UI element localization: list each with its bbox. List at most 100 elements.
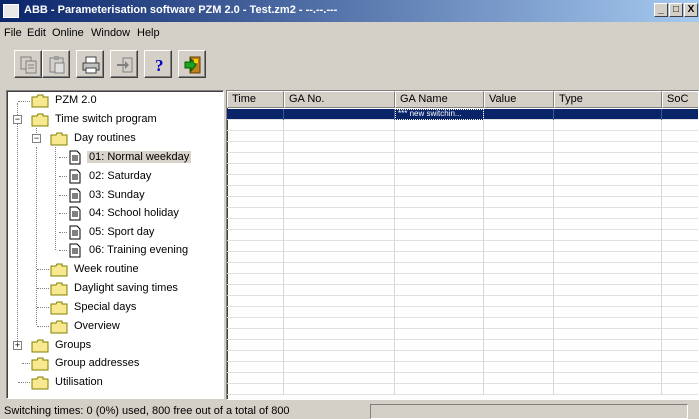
table-cell[interactable] xyxy=(662,263,698,274)
table-cell[interactable] xyxy=(484,109,554,120)
table-cell[interactable] xyxy=(484,329,554,340)
new-entry-row[interactable]: *** new switchin... xyxy=(227,109,698,120)
column-header-ga-no[interactable]: GA No. xyxy=(284,91,395,108)
table-cell[interactable] xyxy=(395,274,484,285)
table-cell[interactable] xyxy=(284,175,395,186)
table-cell[interactable] xyxy=(662,109,698,120)
table-row[interactable] xyxy=(227,164,698,175)
table-cell[interactable] xyxy=(227,274,284,285)
table-cell[interactable] xyxy=(227,208,284,219)
table-cell[interactable] xyxy=(662,241,698,252)
table-row[interactable] xyxy=(227,175,698,186)
collapse-icon[interactable]: − xyxy=(32,134,41,143)
table-cell[interactable] xyxy=(554,340,662,351)
table-cell[interactable] xyxy=(284,186,395,197)
table-cell[interactable] xyxy=(395,373,484,384)
table-cell[interactable] xyxy=(395,120,484,131)
table-row[interactable] xyxy=(227,340,698,351)
table-cell[interactable] xyxy=(662,142,698,153)
table-row[interactable] xyxy=(227,120,698,131)
column-header-value[interactable]: Value xyxy=(484,91,554,108)
table-cell[interactable] xyxy=(554,384,662,395)
table-row[interactable] xyxy=(227,219,698,230)
table-cell[interactable] xyxy=(484,318,554,329)
table-cell[interactable] xyxy=(284,274,395,285)
table-cell[interactable] xyxy=(484,351,554,362)
table-cell[interactable] xyxy=(484,274,554,285)
table-row[interactable] xyxy=(227,373,698,384)
table-cell[interactable] xyxy=(662,373,698,384)
table-cell[interactable] xyxy=(484,164,554,175)
table-row[interactable] xyxy=(227,384,698,395)
table-cell[interactable] xyxy=(227,285,284,296)
table-cell[interactable] xyxy=(484,120,554,131)
table-row[interactable] xyxy=(227,186,698,197)
table-cell[interactable] xyxy=(484,263,554,274)
maximize-button[interactable]: □ xyxy=(669,3,683,17)
table-cell[interactable] xyxy=(484,208,554,219)
table-cell[interactable] xyxy=(395,307,484,318)
table-cell[interactable] xyxy=(554,307,662,318)
table-cell[interactable] xyxy=(227,230,284,241)
table-cell[interactable] xyxy=(284,373,395,384)
table-row[interactable] xyxy=(227,274,698,285)
table-cell[interactable] xyxy=(554,285,662,296)
table-cell[interactable] xyxy=(284,142,395,153)
table-row[interactable] xyxy=(227,296,698,307)
table-cell[interactable] xyxy=(554,120,662,131)
table-row[interactable] xyxy=(227,263,698,274)
table-cell[interactable] xyxy=(554,329,662,340)
table-cell[interactable] xyxy=(554,252,662,263)
table-cell[interactable] xyxy=(227,318,284,329)
table-cell[interactable] xyxy=(284,318,395,329)
table-cell[interactable] xyxy=(395,175,484,186)
table-cell[interactable] xyxy=(554,109,662,120)
table-cell[interactable] xyxy=(662,208,698,219)
table-row[interactable] xyxy=(227,153,698,164)
table-row[interactable] xyxy=(227,252,698,263)
table-cell[interactable] xyxy=(284,351,395,362)
table-cell[interactable] xyxy=(554,197,662,208)
table-cell[interactable] xyxy=(395,340,484,351)
table-cell[interactable] xyxy=(662,164,698,175)
table-cell[interactable] xyxy=(227,263,284,274)
table-cell[interactable] xyxy=(554,164,662,175)
table-cell[interactable] xyxy=(484,384,554,395)
table-cell[interactable] xyxy=(554,186,662,197)
table-cell[interactable] xyxy=(554,142,662,153)
menu-help[interactable]: Help xyxy=(137,27,160,39)
table-cell[interactable] xyxy=(227,307,284,318)
table-cell[interactable] xyxy=(484,307,554,318)
table-cell[interactable] xyxy=(395,318,484,329)
table-cell[interactable] xyxy=(484,131,554,142)
table-cell[interactable] xyxy=(395,208,484,219)
table-row[interactable] xyxy=(227,351,698,362)
navigation-tree[interactable]: PZM 2.0 − Time switch program − Day rout… xyxy=(6,90,224,399)
table-cell[interactable] xyxy=(284,241,395,252)
table-cell[interactable] xyxy=(484,230,554,241)
table-cell[interactable] xyxy=(554,131,662,142)
table-cell[interactable] xyxy=(662,296,698,307)
table-cell[interactable] xyxy=(662,153,698,164)
menu-window[interactable]: Window xyxy=(91,27,130,39)
table-cell[interactable] xyxy=(284,197,395,208)
table-cell[interactable] xyxy=(484,175,554,186)
table-cell[interactable] xyxy=(227,120,284,131)
table-cell[interactable] xyxy=(284,307,395,318)
table-cell[interactable] xyxy=(227,109,284,120)
table-cell[interactable] xyxy=(227,131,284,142)
table-cell[interactable] xyxy=(554,219,662,230)
close-button[interactable]: X xyxy=(684,3,698,17)
copy-button[interactable] xyxy=(14,50,42,78)
paste-button[interactable] xyxy=(42,50,70,78)
table-cell[interactable] xyxy=(484,340,554,351)
table-cell[interactable] xyxy=(554,318,662,329)
menu-file[interactable]: File xyxy=(4,27,22,39)
table-row[interactable] xyxy=(227,230,698,241)
table-cell[interactable] xyxy=(284,285,395,296)
table-cell[interactable] xyxy=(284,120,395,131)
table-cell[interactable] xyxy=(554,208,662,219)
table-cell[interactable] xyxy=(484,197,554,208)
switching-times-grid[interactable]: Time GA No. GA Name Value Type SoC *** n… xyxy=(226,90,699,400)
table-cell[interactable] xyxy=(484,219,554,230)
